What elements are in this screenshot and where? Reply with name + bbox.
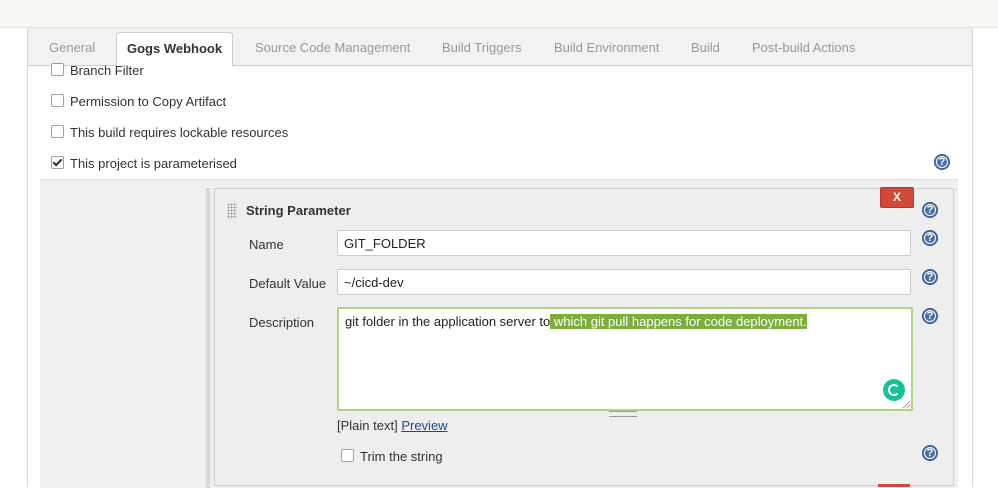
default-value-label: Default Value — [249, 276, 327, 291]
grammarly-icon[interactable] — [883, 379, 905, 401]
option-lockable-resources: This build requires lockable resources — [51, 123, 288, 143]
tab-build[interactable]: Build — [691, 28, 720, 65]
option-permission-copy-artifact: Permission to Copy Artifact — [51, 92, 226, 112]
trim-label: Trim the string — [360, 449, 443, 464]
trim-checkbox[interactable] — [341, 449, 354, 462]
delete-parameter-button[interactable]: X — [880, 187, 914, 208]
description-help-icon[interactable]: ? — [922, 308, 938, 324]
description-text: git folder in the application server to — [345, 314, 551, 329]
description-highlighted-text: which git pull happens for code deployme… — [550, 314, 807, 329]
name-input[interactable]: GIT_FOLDER — [337, 230, 911, 256]
format-note: [Plain text] Preview — [337, 418, 448, 433]
permission-copy-artifact-checkbox[interactable] — [51, 94, 64, 107]
description-textarea[interactable]: git folder in the application server to … — [337, 307, 913, 411]
top-bar — [0, 0, 998, 28]
tab-source-code-management[interactable]: Source Code Management — [255, 28, 410, 65]
default-value-input[interactable]: ~/cicd-dev — [337, 269, 911, 295]
parameter-title: String Parameter — [246, 203, 351, 218]
option-parameterised: This project is parameterised — [51, 154, 237, 174]
name-label: Name — [249, 237, 284, 252]
trim-option: Trim the string — [341, 447, 443, 467]
tab-content: Branch Filter Permission to Copy Artifac… — [28, 63, 972, 488]
branch-filter-checkbox[interactable] — [51, 63, 64, 76]
tab-build-environment[interactable]: Build Environment — [554, 28, 660, 65]
tab-post-build-actions[interactable]: Post-build Actions — [752, 28, 855, 65]
tab-build-triggers[interactable]: Build Triggers — [442, 28, 521, 65]
resize-handle-icon[interactable] — [902, 400, 910, 408]
textarea-drag-bar[interactable] — [609, 411, 637, 417]
default-value-help-icon[interactable]: ? — [922, 269, 938, 285]
permission-copy-artifact-label: Permission to Copy Artifact — [70, 94, 227, 109]
parameters-section: String Parameter X ? Name GIT_FOLDER ? D… — [40, 179, 958, 488]
trim-help-icon[interactable]: ? — [922, 445, 938, 461]
preview-link[interactable]: Preview — [401, 418, 447, 433]
parameter-help-icon[interactable]: ? — [922, 202, 938, 218]
plain-text-label: [Plain text] — [337, 418, 398, 433]
option-branch-filter: Branch Filter — [51, 61, 144, 81]
string-parameter-block: String Parameter X ? Name GIT_FOLDER ? D… — [206, 187, 958, 488]
tab-general[interactable]: General — [49, 28, 95, 65]
config-panel: General Gogs Webhook Source Code Managem… — [27, 28, 973, 488]
string-parameter-panel: String Parameter X ? Name GIT_FOLDER ? D… — [214, 187, 954, 486]
branch-filter-label: Branch Filter — [70, 63, 144, 78]
parameterised-label: This project is parameterised — [70, 156, 237, 171]
parameterised-checkbox[interactable] — [51, 156, 64, 169]
lockable-resources-checkbox[interactable] — [51, 125, 64, 138]
parameterised-help-icon[interactable]: ? — [934, 154, 950, 170]
description-label: Description — [249, 315, 315, 330]
name-help-icon[interactable]: ? — [922, 230, 938, 246]
drag-handle-icon[interactable] — [227, 203, 237, 219]
lockable-resources-label: This build requires lockable resources — [70, 125, 289, 140]
tab-bar: General Gogs Webhook Source Code Managem… — [28, 28, 972, 70]
